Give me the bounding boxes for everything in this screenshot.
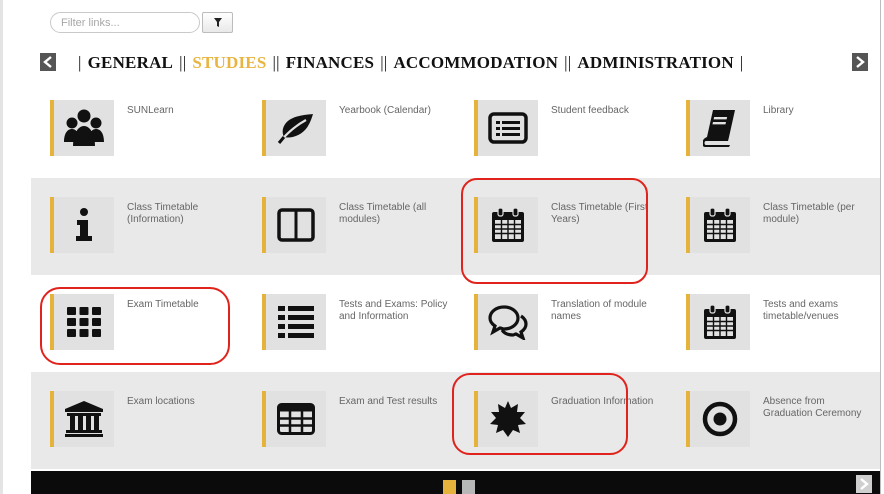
tile-class-timetable-first-years[interactable]: Class Timetable (First Years) bbox=[455, 178, 667, 275]
links-row: SUNLearn Yearbook (Calendar) Student fee… bbox=[31, 81, 880, 178]
links-row: Exam locations Exam and Test results Gra… bbox=[31, 372, 880, 469]
tile-label: Absence from Graduation Ceremony bbox=[763, 396, 862, 419]
tab-separator: || bbox=[564, 53, 572, 72]
users-icon bbox=[64, 109, 104, 146]
calendar-icon bbox=[492, 207, 524, 242]
tab-administration[interactable]: ADMINISTRATION bbox=[577, 53, 733, 73]
page-indicator-1[interactable] bbox=[443, 480, 456, 494]
page-indicator-2[interactable] bbox=[462, 480, 475, 494]
tile-exam-locations[interactable]: Exam locations bbox=[31, 372, 243, 469]
leaf-icon bbox=[277, 114, 313, 144]
tile-label: Exam and Test results bbox=[339, 396, 438, 407]
nav-tabs: | GENERAL || STUDIES || FINANCES || ACCO… bbox=[72, 50, 749, 76]
chevron-right-icon bbox=[856, 56, 865, 68]
comments-icon bbox=[488, 305, 528, 340]
tile-icon-box bbox=[262, 100, 326, 156]
tile-icon-box bbox=[50, 391, 114, 447]
tile-icon-box bbox=[686, 294, 750, 350]
dot-circle-icon bbox=[702, 401, 738, 437]
tile-icon-box bbox=[474, 100, 538, 156]
calendar-icon bbox=[704, 304, 736, 339]
list-alt-icon bbox=[488, 112, 528, 144]
tile-exam-and-test-results[interactable]: Exam and Test results bbox=[243, 372, 455, 469]
funnel-icon bbox=[213, 18, 222, 27]
tile-label: SUNLearn bbox=[127, 105, 174, 116]
carousel-pager bbox=[31, 471, 880, 494]
tile-graduation-information[interactable]: Graduation Information bbox=[455, 372, 667, 469]
tile-icon-box bbox=[686, 100, 750, 156]
tab-general[interactable]: GENERAL bbox=[88, 53, 173, 73]
filter-links-input[interactable] bbox=[50, 12, 200, 33]
tile-label: Graduation Information bbox=[551, 396, 654, 407]
tile-label: Yearbook (Calendar) bbox=[339, 105, 431, 116]
tab-separator: || bbox=[272, 53, 280, 72]
tile-label: Tests and Exams: Policy and Information bbox=[339, 299, 448, 322]
bank-icon bbox=[65, 401, 103, 437]
pager-next-button[interactable] bbox=[856, 475, 872, 493]
tile-label: Class Timetable (First Years) bbox=[551, 202, 648, 225]
nav-next-button[interactable] bbox=[852, 53, 868, 71]
tile-icon-box bbox=[50, 100, 114, 156]
tab-separator: || bbox=[380, 53, 388, 72]
tile-icon-box bbox=[262, 294, 326, 350]
filter-button[interactable] bbox=[202, 12, 233, 33]
tile-icon-box bbox=[262, 197, 326, 253]
list-icon bbox=[278, 306, 314, 338]
tile-translation-of-module-names[interactable]: Translation of module names bbox=[455, 275, 667, 372]
links-grid: SUNLearn Yearbook (Calendar) Student fee… bbox=[31, 81, 880, 469]
tile-label: Student feedback bbox=[551, 105, 629, 116]
certificate-icon bbox=[490, 401, 526, 437]
tab-separator: | bbox=[739, 53, 744, 72]
tile-tests-and-exams-venues[interactable]: Tests and exams timetable/venues bbox=[667, 275, 879, 372]
chevron-left-icon bbox=[43, 56, 52, 68]
tab-studies[interactable]: STUDIES bbox=[192, 53, 266, 73]
tile-icon-box bbox=[262, 391, 326, 447]
tile-class-timetable-per-module[interactable]: Class Timetable (per module) bbox=[667, 178, 879, 275]
tile-label: Translation of module names bbox=[551, 299, 647, 322]
tile-yearbook[interactable]: Yearbook (Calendar) bbox=[243, 81, 455, 178]
category-nav: | GENERAL || STUDIES || FINANCES || ACCO… bbox=[40, 48, 876, 78]
right-border bbox=[880, 0, 881, 494]
tile-label: Exam Timetable bbox=[127, 299, 199, 310]
info-icon bbox=[76, 208, 92, 241]
tile-label: Class Timetable (Information) bbox=[127, 202, 199, 225]
grid-dots-icon bbox=[67, 307, 101, 337]
columns-icon bbox=[277, 208, 315, 242]
tile-icon-box bbox=[50, 294, 114, 350]
tile-label: Exam locations bbox=[127, 396, 195, 407]
tile-label: Class Timetable (all modules) bbox=[339, 202, 427, 225]
tile-icon-box bbox=[474, 391, 538, 447]
tile-icon-box bbox=[50, 197, 114, 253]
tab-accommodation[interactable]: ACCOMMODATION bbox=[393, 53, 558, 73]
tile-label: Class Timetable (per module) bbox=[763, 202, 855, 225]
tab-separator: | bbox=[78, 53, 82, 72]
tab-separator: || bbox=[179, 53, 187, 72]
tile-icon-box bbox=[474, 197, 538, 253]
tile-class-timetable-information[interactable]: Class Timetable (Information) bbox=[31, 178, 243, 275]
tile-icon-box bbox=[474, 294, 538, 350]
links-row: Exam Timetable Tests and Exams: Policy a… bbox=[31, 275, 880, 372]
tile-class-timetable-all-modules[interactable]: Class Timetable (all modules) bbox=[243, 178, 455, 275]
tile-student-feedback[interactable]: Student feedback bbox=[455, 81, 667, 178]
chevron-right-icon bbox=[860, 478, 869, 490]
tile-exam-timetable[interactable]: Exam Timetable bbox=[31, 275, 243, 372]
tile-absence-from-graduation[interactable]: Absence from Graduation Ceremony bbox=[667, 372, 879, 469]
tile-label: Tests and exams timetable/venues bbox=[763, 299, 839, 322]
table-icon bbox=[277, 403, 315, 435]
tile-icon-box bbox=[686, 197, 750, 253]
left-border bbox=[0, 0, 3, 494]
nav-prev-button[interactable] bbox=[40, 53, 56, 71]
tile-icon-box bbox=[686, 391, 750, 447]
tile-library[interactable]: Library bbox=[667, 81, 879, 178]
calendar-icon bbox=[704, 207, 736, 242]
tab-finances[interactable]: FINANCES bbox=[286, 53, 375, 73]
tile-sunlearn[interactable]: SUNLearn bbox=[31, 81, 243, 178]
links-row: Class Timetable (Information) Class Time… bbox=[31, 178, 880, 275]
tile-label: Library bbox=[763, 105, 794, 116]
tile-tests-and-exams-policy[interactable]: Tests and Exams: Policy and Information bbox=[243, 275, 455, 372]
book-icon bbox=[703, 110, 735, 147]
